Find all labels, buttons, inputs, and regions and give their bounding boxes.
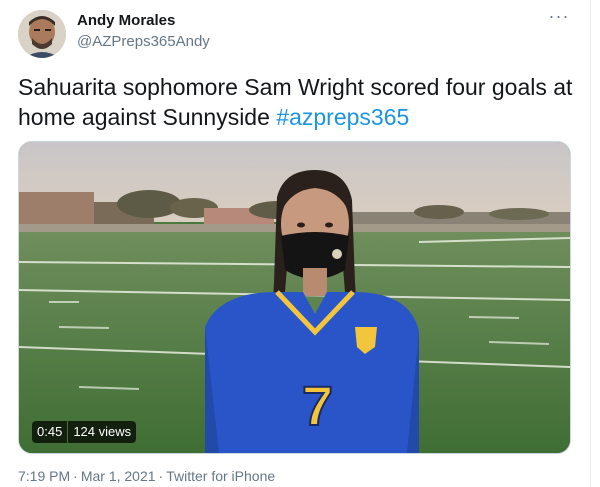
meta-separator: ·	[73, 468, 78, 484]
tweet-time[interactable]: 7:19 PM	[18, 468, 70, 484]
author-name[interactable]: Andy Morales	[77, 12, 175, 29]
video-player[interactable]: 7 0:45 124 views	[18, 141, 571, 454]
video-stats-badge: 0:45 124 views	[32, 421, 137, 443]
tweet-text: Sahuarita sophomore Sam Wright scored fo…	[18, 72, 578, 132]
avatar[interactable]	[18, 10, 66, 58]
hashtag-link[interactable]: #azpreps365	[276, 104, 409, 130]
avatar-image	[18, 10, 66, 58]
tweet-date[interactable]: Mar 1, 2021	[81, 468, 156, 484]
tweet-source[interactable]: Twitter for iPhone	[166, 468, 275, 484]
jersey-number: 7	[302, 374, 333, 437]
video-duration: 0:45	[32, 421, 68, 443]
author-handle[interactable]: @AZPreps365Andy	[77, 33, 210, 50]
video-view-count: 124 views	[68, 421, 137, 443]
tweet-meta: 7:19 PM · Mar 1, 2021 · Twitter for iPhone	[18, 468, 275, 484]
meta-separator: ·	[158, 468, 164, 484]
video-thumbnail: 7	[19, 142, 570, 453]
more-horizontal-icon[interactable]: ···	[548, 7, 570, 26]
tweet-card: Andy Morales @AZPreps365Andy ··· Sahuari…	[0, 0, 591, 487]
